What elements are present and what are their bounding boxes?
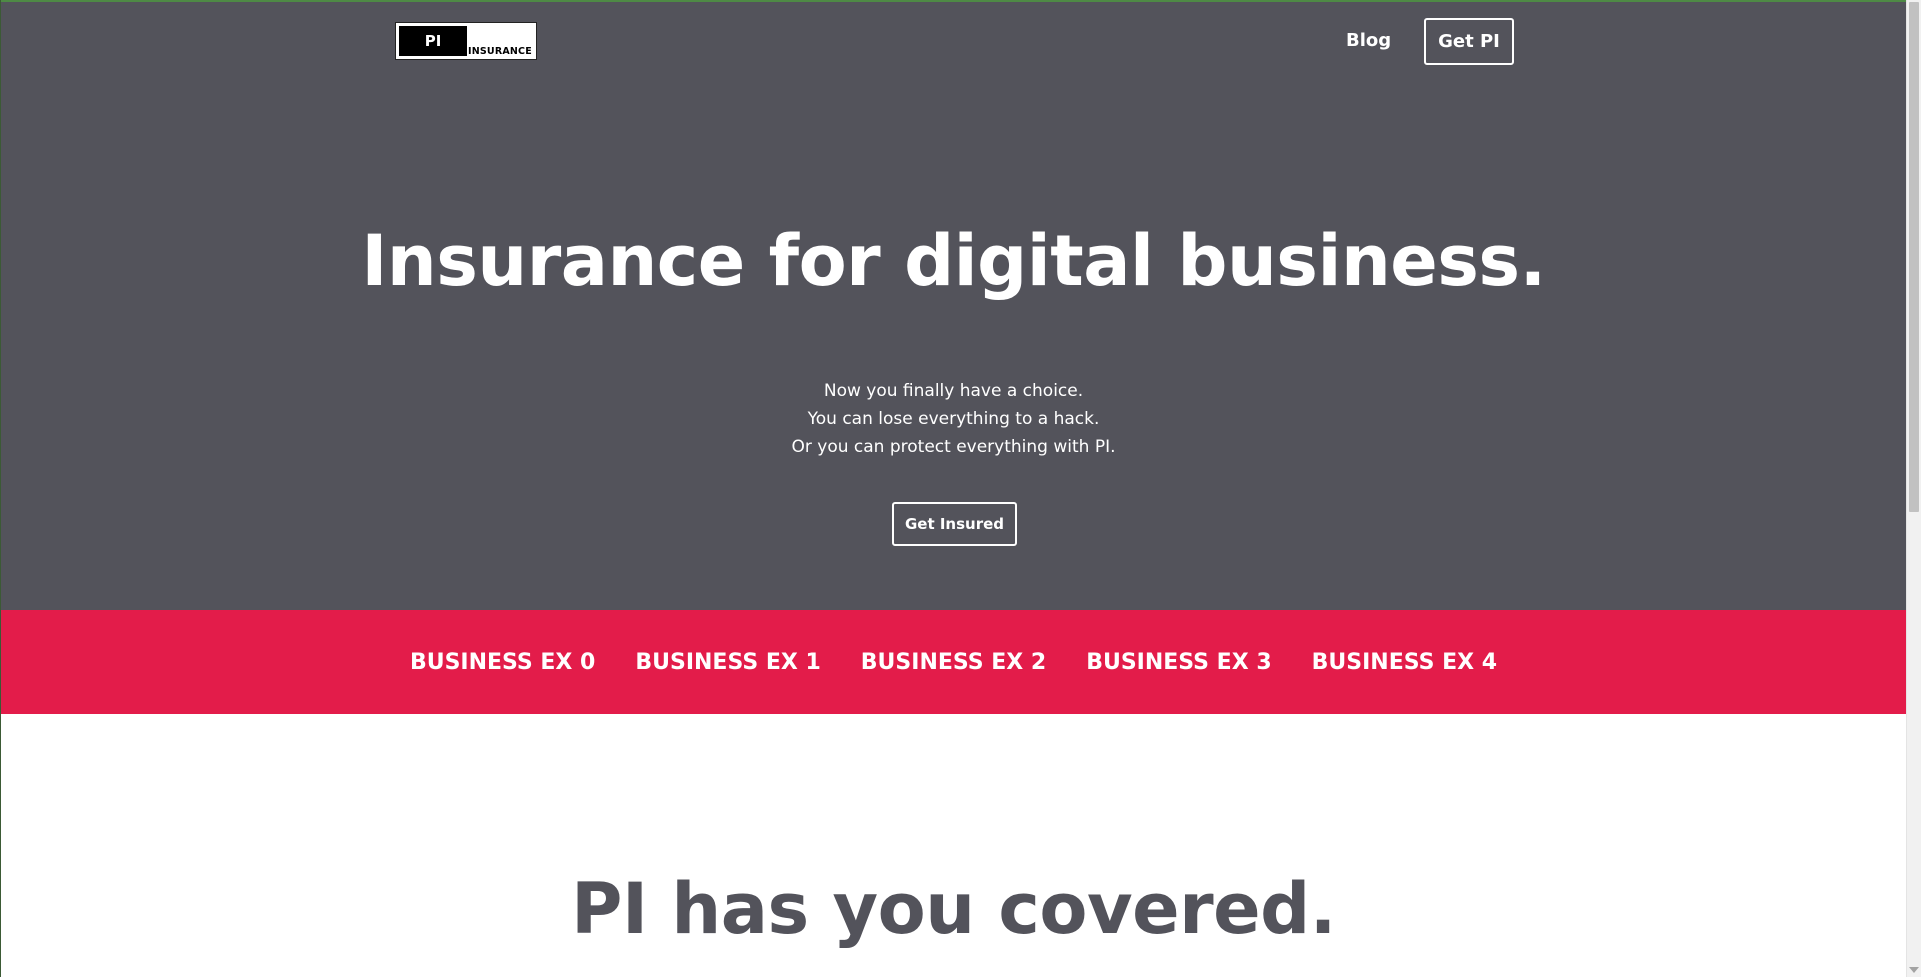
business-item-3[interactable]: BUSINESS EX 3 [1086, 650, 1271, 675]
get-pi-button[interactable]: Get PI [1424, 18, 1514, 65]
hero-section: PI INSURANCE Blog Get PI Insurance for d… [1, 2, 1906, 610]
vertical-scrollbar[interactable] [1906, 0, 1921, 977]
page: PI INSURANCE Blog Get PI Insurance for d… [1, 2, 1906, 977]
browser-viewport: PI INSURANCE Blog Get PI Insurance for d… [0, 0, 1921, 977]
business-item-2[interactable]: BUSINESS EX 2 [861, 650, 1046, 675]
business-list: BUSINESS EX 0 BUSINESS EX 1 BUSINESS EX … [1, 610, 1906, 714]
hero-tagline: Now you finally have a choice. You can l… [1, 377, 1906, 461]
business-item-0[interactable]: BUSINESS EX 0 [410, 650, 595, 675]
hero-line-3: Or you can protect everything with PI. [791, 437, 1116, 457]
nav-link-blog[interactable]: Blog [1346, 30, 1391, 51]
business-item-1[interactable]: BUSINESS EX 1 [635, 650, 820, 675]
business-band: BUSINESS EX 0 BUSINESS EX 1 BUSINESS EX … [1, 610, 1906, 714]
get-insured-button[interactable]: Get Insured [892, 502, 1017, 546]
coverage-section-title: PI has you covered. [571, 868, 1336, 950]
logo[interactable]: PI INSURANCE [395, 22, 537, 60]
scroll-down-arrow-icon[interactable] [1909, 967, 1919, 973]
hero-line-1: Now you finally have a choice. [823, 381, 1084, 401]
hero-title: Insurance for digital business. [361, 220, 1546, 302]
business-item-4[interactable]: BUSINESS EX 4 [1312, 650, 1497, 675]
logo-mark: PI [399, 26, 467, 56]
logo-wordmark: INSURANCE [468, 46, 532, 57]
hero-line-2: You can lose everything to a hack. [807, 409, 1100, 429]
scrollbar-thumb[interactable] [1909, 2, 1919, 512]
